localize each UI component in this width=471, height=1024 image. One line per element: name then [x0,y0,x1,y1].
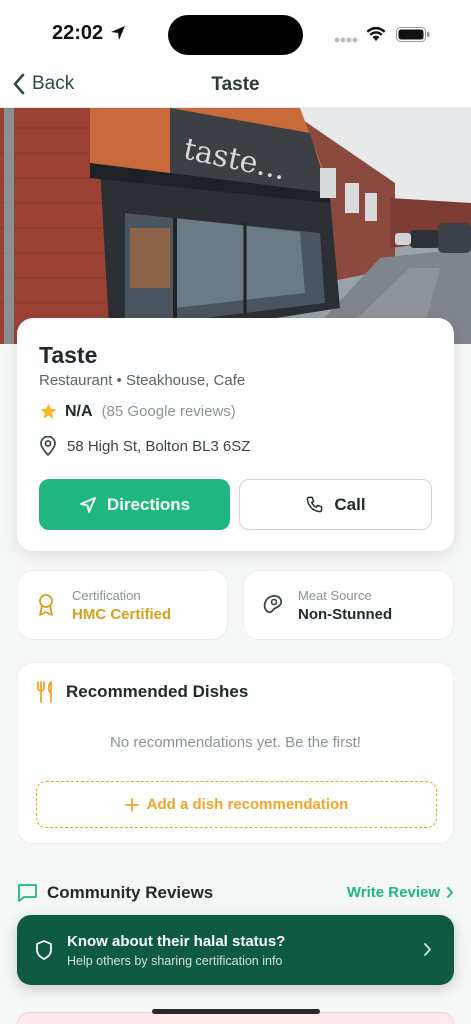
halal-status-banner[interactable]: Know about their halal status? Help othe… [17,915,454,985]
map-pin-icon [40,436,56,456]
status-time: 22:02 [52,22,104,44]
battery-icon [396,27,430,42]
address-row[interactable]: 58 High St, Bolton BL3 6SZ [39,436,250,456]
meat-source-label: Meat Source [298,588,372,603]
certification-card: Certification HMC Certified [17,570,228,640]
rating-row: N/A (85 Google reviews) [39,402,236,421]
page-title: Taste [211,74,260,95]
call-button[interactable]: Call [239,479,432,530]
chevron-right-icon [447,887,453,898]
google-review-count[interactable]: (85 Google reviews) [102,403,236,420]
cellular-signal-icon [334,37,358,43]
add-dish-button[interactable]: Add a dish recommendation [36,781,437,828]
dishes-header: Recommended Dishes [36,681,248,703]
directions-label: Directions [106,494,191,514]
halal-banner-subtitle: Help others by sharing certification inf… [67,954,283,968]
directions-button[interactable]: Directions [39,479,230,530]
navigation-bar: Back Taste [0,66,471,108]
status-bar: 22:02 [0,0,471,66]
write-review-link[interactable]: Write Review [347,884,454,901]
star-icon [40,403,57,419]
home-indicator [152,1009,320,1014]
rating-value: N/A [65,402,93,420]
utensils-icon [37,681,52,703]
write-review-label: Write Review [346,884,440,901]
place-category: Restaurant • Steakhouse, Cafe [39,372,246,389]
reviews-title: Community Reviews [47,882,214,902]
dynamic-island [168,15,303,55]
reviews-title-wrap: Community Reviews [17,882,213,903]
recommended-dishes-card: Recommended Dishes No recommendations ye… [17,662,454,844]
wifi-icon [366,26,386,41]
steak-icon [263,595,283,614]
plus-icon [124,797,139,812]
place-name: Taste [39,342,98,368]
certification-label: Certification [72,588,141,603]
award-icon [39,594,53,616]
chat-bubble-icon [18,884,37,902]
community-reviews-header: Community Reviews Write Review [17,882,454,908]
dishes-empty-text: No recommendations yet. Be the first! [110,734,361,751]
shield-icon [36,940,52,960]
location-arrow-icon [111,26,125,40]
add-dish-label: Add a dish recommendation [146,796,349,813]
meat-source-card: Meat Source Non-Stunned [243,570,454,640]
place-info-card: Taste Restaurant • Steakhouse, Cafe N/A … [17,318,454,551]
restaurant-photo: taste... [0,108,471,344]
address-text: 58 High St, Bolton BL3 6SZ [67,437,251,455]
phone-icon [307,496,323,513]
dishes-title: Recommended Dishes [66,682,249,701]
navigation-icon [80,496,96,513]
chevron-right-icon [424,943,431,956]
halal-banner-title: Know about their halal status? [67,933,286,950]
certification-value: HMC Certified [72,606,172,623]
meat-source-value: Non-Stunned [298,606,393,623]
call-label: Call [334,494,366,514]
